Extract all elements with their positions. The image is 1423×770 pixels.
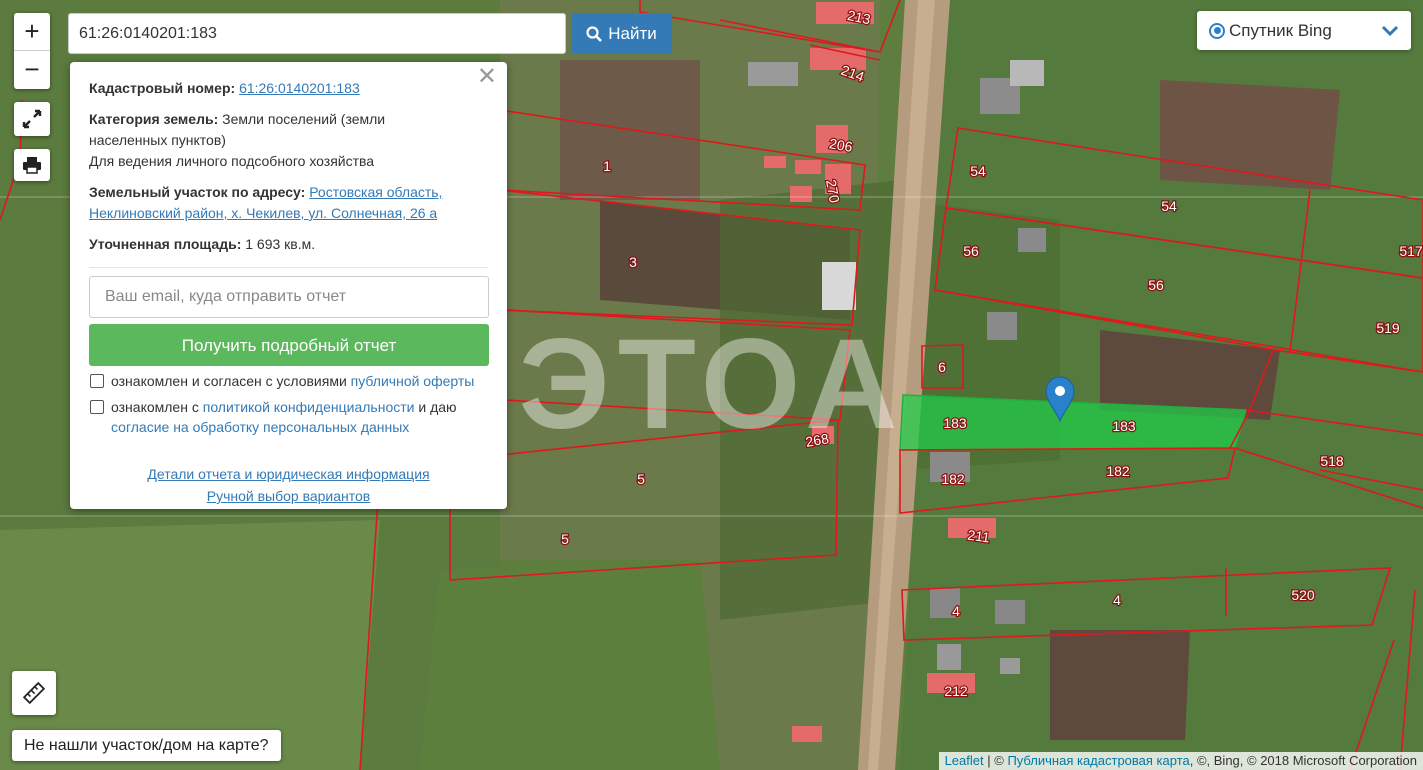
parcel-label: 1: [603, 158, 611, 174]
not-found-button[interactable]: Не нашли участок/дом на карте?: [12, 730, 281, 761]
cadastral-number-label: Кадастровый номер:: [89, 80, 236, 96]
parcel-label: 5: [637, 471, 645, 487]
parcel-label: 56: [963, 243, 979, 259]
privacy-consent-checkbox[interactable]: [90, 400, 104, 414]
parcel-label: 182: [941, 471, 965, 487]
parcel-label: 212: [944, 683, 968, 699]
pkk-link[interactable]: Публичная кадастровая карта: [1007, 753, 1189, 768]
search-icon: [586, 25, 603, 42]
map-attribution: Leaflet | © Публичная кадастровая карта,…: [938, 752, 1423, 770]
ruler-icon: [23, 682, 45, 704]
privacy-consent-text: ознакомлен с политикой конфиденциальност…: [111, 399, 457, 435]
cadastral-search-input[interactable]: [68, 13, 566, 54]
parcel-label: 54: [970, 163, 986, 179]
public-offer-link[interactable]: публичной оферты: [351, 373, 475, 389]
cadastral-number-link[interactable]: 61:26:0140201:183: [239, 80, 360, 96]
ruler-button[interactable]: [12, 671, 56, 715]
personal-data-link[interactable]: согласие на обработку персональных данны…: [111, 419, 409, 435]
zoom-out-button[interactable]: −: [14, 51, 50, 88]
layer-switcher[interactable]: Спутник Bing: [1197, 11, 1411, 50]
email-field[interactable]: [89, 276, 489, 318]
privacy-policy-link[interactable]: политикой конфиденциальности: [203, 399, 415, 415]
parcel-label: 183: [1112, 418, 1136, 434]
parcel-label: 183: [943, 415, 967, 431]
parcel-label: 517: [1399, 243, 1423, 259]
find-button-label: Найти: [608, 23, 657, 43]
area-value: 1 693 кв.м.: [245, 236, 316, 252]
parcel-label: 5: [561, 531, 569, 547]
printer-icon: [23, 157, 41, 174]
close-icon[interactable]: ✕: [477, 65, 497, 89]
land-category-label: Категория земель:: [89, 111, 219, 127]
parcel-info-popup: ✕ Кадастровый номер: 61:26:0140201:183 К…: [70, 62, 507, 509]
parcel-label: 56: [1148, 277, 1164, 293]
parcel-label: 182: [1106, 463, 1130, 479]
offer-consent-checkbox[interactable]: [90, 374, 104, 388]
report-details-link[interactable]: Детали отчета и юридическая информация: [147, 466, 429, 482]
chevron-down-icon: [1381, 25, 1399, 36]
parcel-label: 54: [1161, 198, 1177, 214]
land-usage-value: Для ведения личного подсобного хозяйства: [89, 153, 375, 169]
find-button[interactable]: Найти: [571, 13, 672, 54]
get-report-button[interactable]: Получить подробный отчет: [89, 324, 489, 366]
parcel-label: 211: [967, 527, 992, 546]
zoom-in-button[interactable]: +: [14, 13, 50, 51]
print-button[interactable]: [14, 149, 50, 181]
parcel-label: 519: [1376, 320, 1400, 336]
zoom-control: + −: [14, 13, 50, 89]
parcel-label: 4: [952, 603, 960, 619]
parcel-label: 4: [1113, 592, 1121, 608]
parcel-label: 518: [1320, 453, 1344, 469]
area-label: Уточненная площадь:: [89, 236, 242, 252]
manual-selection-link[interactable]: Ручной выбор вариантов: [207, 488, 371, 504]
parcel-label: 6: [938, 359, 946, 375]
leaflet-link[interactable]: Leaflet: [945, 753, 984, 768]
address-label: Земельный участок по адресу:: [89, 184, 306, 200]
parcel-label: 520: [1291, 587, 1315, 603]
fullscreen-icon: [22, 109, 42, 129]
divider: [89, 267, 488, 268]
parcel-label: 3: [629, 254, 637, 270]
radio-selected-icon: [1209, 22, 1225, 39]
fullscreen-button[interactable]: [14, 102, 50, 136]
offer-consent-text: ознакомлен и согласен с условиями публич…: [111, 373, 475, 389]
layer-switcher-label: Спутник Bing: [1229, 20, 1332, 40]
